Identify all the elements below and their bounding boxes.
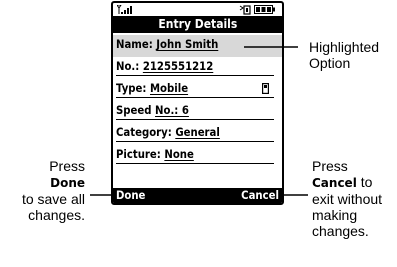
callout-line: to bbox=[356, 174, 373, 190]
highlighted-option-callout: Highlighted Option bbox=[309, 39, 379, 71]
cancel-callout: Press Cancel to exit without making chan… bbox=[312, 158, 382, 239]
callout-line: Highlighted bbox=[309, 39, 380, 55]
status-bar bbox=[113, 3, 282, 16]
field-label: Type: bbox=[116, 81, 150, 95]
softkey-bar: Done Cancel bbox=[113, 188, 282, 203]
list-item-name[interactable]: Name: John Smith bbox=[113, 35, 282, 57]
field-value: Mobile bbox=[149, 81, 189, 95]
field-label: Category: bbox=[116, 125, 176, 139]
row-divider bbox=[116, 119, 274, 120]
list-item-speed-number[interactable]: Speed No.: 6 bbox=[113, 101, 282, 123]
row-divider bbox=[116, 75, 274, 76]
field-value: No.: 6 bbox=[155, 103, 189, 117]
callout-line: Press bbox=[49, 158, 85, 174]
cancel-key-label: Cancel bbox=[312, 176, 357, 190]
field-label: No.: bbox=[116, 59, 143, 73]
callout-line: making bbox=[312, 207, 358, 223]
field-value: 2125551212 bbox=[142, 59, 214, 73]
battery-icon bbox=[254, 5, 275, 14]
list-item-type[interactable]: Type: Mobile bbox=[113, 79, 282, 101]
row-divider bbox=[116, 141, 274, 142]
field-value: General bbox=[175, 125, 220, 139]
row-divider bbox=[116, 163, 274, 164]
screen-title: Entry Details bbox=[113, 16, 282, 33]
field-label: Picture: bbox=[116, 147, 165, 161]
field-value: None bbox=[164, 147, 194, 161]
done-key-label: Done bbox=[50, 176, 85, 190]
callout-line: to save all bbox=[21, 191, 85, 207]
phone-screen: Entry Details Name: John Smith No.: 2125… bbox=[111, 1, 284, 205]
callout-line: Press bbox=[312, 158, 348, 174]
field-label: Name: bbox=[116, 37, 157, 51]
list-item-picture[interactable]: Picture: None bbox=[113, 145, 282, 167]
list-item-number[interactable]: No.: 2125551212 bbox=[113, 57, 282, 79]
list-item-category[interactable]: Category: General bbox=[113, 123, 282, 145]
done-softkey[interactable]: Done bbox=[116, 188, 145, 203]
signal-strength-icon bbox=[117, 5, 132, 14]
callout-line: exit without bbox=[312, 191, 383, 207]
field-value: John Smith bbox=[156, 37, 219, 51]
row-divider bbox=[116, 97, 274, 98]
callout-line: changes. bbox=[312, 223, 369, 239]
field-label: Speed bbox=[116, 103, 156, 117]
callout-line: Option bbox=[309, 55, 351, 71]
mobile-phone-icon bbox=[262, 83, 269, 94]
callout-line: changes. bbox=[28, 207, 85, 223]
cancel-softkey[interactable]: Cancel bbox=[241, 188, 279, 203]
done-callout: Press Done to save all changes. bbox=[0, 158, 85, 223]
alert-icon bbox=[239, 5, 251, 15]
